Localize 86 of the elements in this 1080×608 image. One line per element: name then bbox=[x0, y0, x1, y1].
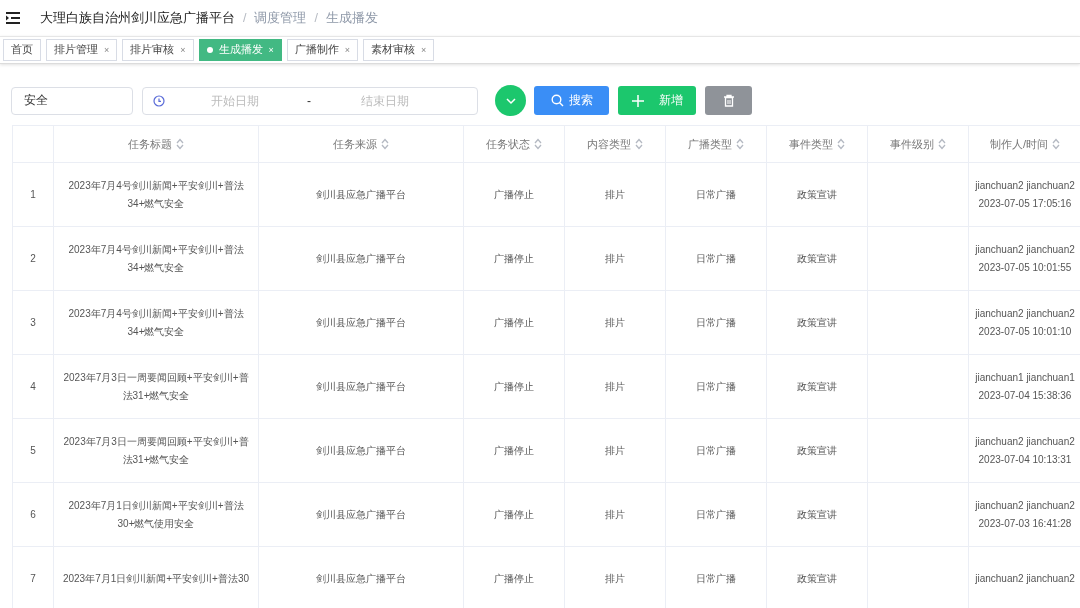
table-cell: 剑川县应急广播平台 bbox=[258, 290, 464, 355]
sort-icon[interactable] bbox=[381, 138, 389, 150]
breadcrumb-separator: / bbox=[243, 11, 247, 25]
chevron-down-icon bbox=[504, 96, 517, 105]
close-icon[interactable]: × bbox=[421, 45, 427, 55]
menu-icon[interactable] bbox=[6, 12, 20, 24]
table-cell: 政策宣讲 bbox=[766, 354, 868, 419]
column-header[interactable]: 任务标题 bbox=[53, 125, 259, 163]
table-cell: 广播停止 bbox=[463, 354, 565, 419]
breadcrumb-separator: / bbox=[314, 11, 318, 25]
table-cell: 剑川县应急广播平台 bbox=[258, 418, 464, 483]
tab[interactable]: 排片管理 × bbox=[46, 39, 118, 61]
table-cell: 6 bbox=[12, 482, 54, 547]
table-cell: 广播停止 bbox=[463, 418, 565, 483]
delete-button[interactable] bbox=[705, 86, 752, 115]
table-cell: 政策宣讲 bbox=[766, 290, 868, 355]
search-button[interactable]: 搜索 bbox=[534, 86, 609, 115]
column-header[interactable]: 制作人/时间 bbox=[968, 125, 1080, 163]
table-cell: 2 bbox=[12, 226, 54, 291]
search-icon bbox=[550, 94, 564, 107]
table-cell: 3 bbox=[12, 290, 54, 355]
start-date-field[interactable]: 开始日期 bbox=[173, 92, 297, 109]
column-header[interactable]: 任务状态 bbox=[463, 125, 565, 163]
table-cell: 日常广播 bbox=[665, 354, 767, 419]
sort-icon[interactable] bbox=[534, 138, 542, 150]
table-cell: 2023年7月4号剑川新闻+平安剑川+普法34+燃气安全 bbox=[53, 162, 259, 227]
table-cell: 7 bbox=[12, 546, 54, 608]
table-cell: 日常广播 bbox=[665, 290, 767, 355]
table-cell: 2023年7月3日一周要闻回顾+平安剑川+普法31+燃气安全 bbox=[53, 354, 259, 419]
trash-icon bbox=[722, 94, 735, 107]
tab[interactable]: 广播制作 × bbox=[286, 39, 359, 61]
table-cell: 2023年7月1日剑川新闻+平安剑川+普法30+燃气使用安全 bbox=[53, 482, 259, 547]
close-icon[interactable]: × bbox=[180, 45, 186, 55]
table-cell: 政策宣讲 bbox=[766, 162, 868, 227]
table-cell: 政策宣讲 bbox=[766, 482, 868, 547]
table-cell: 广播停止 bbox=[463, 162, 565, 227]
table-cell: 4 bbox=[12, 354, 54, 419]
plus-icon bbox=[631, 94, 644, 107]
table-cell: 排片 bbox=[564, 226, 666, 291]
table-cell: 日常广播 bbox=[665, 418, 767, 483]
table-cell: 广播停止 bbox=[463, 290, 565, 355]
clock-icon bbox=[153, 94, 165, 107]
sort-icon[interactable] bbox=[736, 138, 744, 150]
table-cell: 排片 bbox=[564, 290, 666, 355]
sort-icon[interactable] bbox=[1052, 138, 1061, 150]
breadcrumb-item: 大理白族自治州剑川应急广播平台 bbox=[40, 9, 235, 27]
table-cell: 2023年7月3日一周要闻回顾+平安剑川+普法31+燃气安全 bbox=[53, 418, 259, 483]
table-cell: 1 bbox=[12, 162, 54, 227]
column-header[interactable]: 事件级别 bbox=[867, 125, 969, 163]
table-cell: 剑川县应急广播平台 bbox=[258, 354, 464, 419]
sort-icon[interactable] bbox=[837, 138, 845, 150]
table-cell: 日常广播 bbox=[665, 162, 767, 227]
sort-icon[interactable] bbox=[635, 138, 643, 150]
table-cell: 政策宣讲 bbox=[766, 418, 868, 483]
table-cell: 广播停止 bbox=[463, 482, 565, 547]
table-cell: 剑川县应急广播平台 bbox=[258, 482, 464, 547]
sort-icon[interactable] bbox=[176, 138, 184, 150]
breadcrumb-item[interactable]: 生成播发 bbox=[325, 9, 378, 27]
tab[interactable]: 素材审核 × bbox=[363, 39, 435, 61]
table-cell: 广播停止 bbox=[463, 226, 565, 291]
table-cell: 排片 bbox=[564, 418, 666, 483]
range-separator: - bbox=[307, 93, 311, 108]
close-icon[interactable]: × bbox=[344, 45, 351, 55]
tab[interactable]: 首页 bbox=[3, 39, 41, 61]
table-cell: 排片 bbox=[564, 162, 666, 227]
table-cell: 5 bbox=[12, 418, 54, 483]
column-header[interactable]: 广播类型 bbox=[665, 125, 767, 163]
column-header[interactable]: 任务来源 bbox=[258, 125, 464, 163]
column-header[interactable]: 事件类型 bbox=[766, 125, 868, 163]
column-header[interactable]: 内容类型 bbox=[564, 125, 666, 163]
end-date-field[interactable]: 结束日期 bbox=[323, 92, 447, 109]
table-cell: 剑川县应急广播平台 bbox=[258, 162, 464, 227]
table-cell: 日常广播 bbox=[665, 482, 767, 547]
table-cell: 日常广播 bbox=[665, 226, 767, 291]
close-icon[interactable]: × bbox=[104, 45, 110, 55]
tab[interactable]: 排片审核 × bbox=[122, 39, 194, 61]
table-cell: 2023年7月4号剑川新闻+平安剑川+普法34+燃气安全 bbox=[53, 226, 259, 291]
table-cell: 2023年7月4号剑川新闻+平安剑川+普法34+燃气安全 bbox=[53, 290, 259, 355]
breadcrumb-item[interactable]: 调度管理 bbox=[254, 9, 307, 27]
table-cell: 剑川县应急广播平台 bbox=[258, 226, 464, 291]
table-cell: 排片 bbox=[564, 354, 666, 419]
keyword-field[interactable]: 安全 bbox=[11, 86, 133, 115]
table-cell: 排片 bbox=[564, 482, 666, 547]
table-cell: 政策宣讲 bbox=[766, 226, 868, 291]
sort-icon[interactable] bbox=[938, 138, 946, 150]
expand-button[interactable] bbox=[495, 85, 526, 116]
